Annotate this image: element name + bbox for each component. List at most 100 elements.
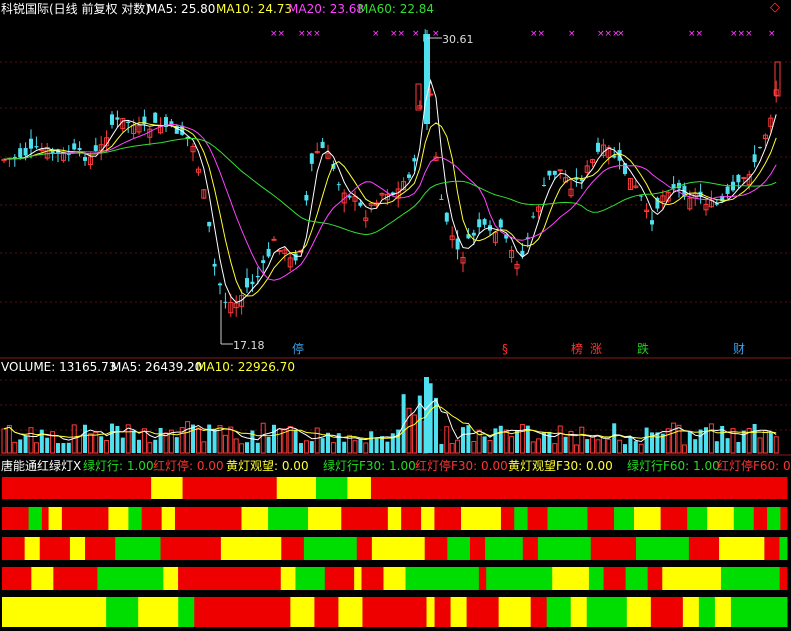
signal-segment bbox=[41, 507, 50, 530]
volume-bar-up bbox=[222, 434, 228, 454]
marker-涨[interactable]: 涨 bbox=[590, 342, 602, 356]
signal-segment bbox=[178, 597, 195, 627]
signal-segment bbox=[405, 567, 480, 590]
diamond-icon[interactable]: ◇ bbox=[770, 1, 780, 15]
volume-bar-down bbox=[131, 430, 136, 453]
candle-body-down bbox=[245, 278, 249, 288]
volume-bar-up bbox=[638, 443, 644, 454]
signal-segment bbox=[324, 567, 355, 590]
volume-bar-down bbox=[137, 439, 141, 453]
signal-segment bbox=[522, 537, 539, 560]
indicator-item: 红灯停: 0.00 bbox=[153, 459, 224, 473]
candle-body-down bbox=[752, 154, 757, 163]
candle-body-down bbox=[320, 141, 325, 148]
signal-segment bbox=[587, 507, 608, 530]
marker-停[interactable]: 停 bbox=[292, 342, 304, 356]
signal-segment bbox=[85, 537, 116, 560]
volume-bar-down bbox=[655, 432, 660, 453]
signal-segment bbox=[434, 597, 452, 627]
signal-segment bbox=[371, 537, 426, 560]
volume-bar-down bbox=[23, 436, 28, 453]
volume-bar-up bbox=[411, 414, 417, 454]
candle-body-down bbox=[23, 147, 28, 156]
volume-bar-down bbox=[83, 424, 87, 453]
signal-segment bbox=[673, 537, 690, 560]
signal-segment bbox=[424, 537, 448, 560]
low-price-label: 17.18 bbox=[233, 339, 265, 352]
signal-segment bbox=[779, 567, 788, 590]
signal-segment bbox=[295, 567, 326, 590]
signal-segment bbox=[161, 507, 176, 530]
volume-bar-up bbox=[77, 435, 83, 454]
volume-bar-down bbox=[358, 438, 363, 453]
volume-bar-up bbox=[509, 436, 515, 454]
signal-segment bbox=[426, 597, 436, 627]
volume-bar-down bbox=[401, 394, 406, 453]
marker-榜[interactable]: 榜 bbox=[571, 342, 583, 356]
signal-segment bbox=[174, 507, 242, 530]
signal-segment bbox=[714, 597, 732, 627]
signal-segment bbox=[547, 507, 588, 530]
signal-segment bbox=[660, 507, 688, 530]
signal-segment bbox=[290, 597, 315, 627]
volume-ma10: MA10: 22926.70 bbox=[196, 360, 295, 374]
signal-segment bbox=[434, 507, 462, 530]
volume-bar-up bbox=[595, 439, 601, 454]
signal-segment bbox=[469, 537, 486, 560]
volume-bar-down bbox=[374, 438, 379, 453]
signal-segment bbox=[48, 507, 63, 530]
ma20-value: MA20: 23.68 bbox=[288, 2, 365, 16]
volume-bar-down bbox=[158, 427, 163, 453]
volume-bar-up bbox=[147, 442, 153, 454]
candle-body-down bbox=[77, 148, 82, 151]
signal-segment bbox=[537, 537, 592, 560]
indicator-item: 绿灯行: 1.00 bbox=[83, 459, 154, 473]
signal-segment bbox=[733, 507, 755, 530]
signal-segment bbox=[308, 507, 342, 530]
volume-bar-up bbox=[762, 430, 768, 454]
candle-body-down bbox=[110, 114, 114, 125]
signal-segment bbox=[486, 567, 553, 590]
candle-body-down bbox=[542, 185, 546, 187]
signal-bands bbox=[2, 477, 788, 627]
candle-body-down bbox=[596, 142, 600, 152]
marker-跌[interactable]: 跌 bbox=[637, 342, 649, 356]
volume-bar-down bbox=[633, 441, 638, 453]
x-marker: ××× bbox=[298, 29, 321, 39]
volume-bar-down bbox=[385, 441, 390, 453]
volume-bar-down bbox=[390, 433, 395, 453]
volume-bar-up bbox=[579, 426, 585, 454]
volume-bar-down bbox=[66, 442, 71, 453]
volume-bar-up bbox=[757, 437, 763, 454]
signal-segment bbox=[383, 567, 407, 590]
volume-bar-up bbox=[503, 429, 509, 454]
signal-segment bbox=[650, 597, 684, 627]
marker-财[interactable]: 财 bbox=[733, 342, 745, 356]
volume-bar-down bbox=[515, 430, 519, 453]
signal-segment bbox=[647, 567, 663, 590]
volume-bar-up bbox=[87, 433, 93, 454]
signal-segment bbox=[461, 507, 502, 530]
volume-bar-down bbox=[563, 436, 568, 453]
x-marker: ×× bbox=[530, 29, 545, 39]
volume-bar-up bbox=[665, 428, 671, 454]
ma5-value: MA5: 25.80 bbox=[147, 2, 216, 16]
marker-§[interactable]: § bbox=[502, 342, 508, 356]
x-marker: ×× bbox=[688, 29, 703, 39]
volume-bar-down bbox=[18, 439, 23, 453]
volume-bar-down bbox=[61, 443, 66, 453]
signal-segment bbox=[603, 567, 627, 590]
signal-segment bbox=[39, 537, 71, 560]
candle-body-down bbox=[18, 148, 23, 158]
volume-bar-up bbox=[12, 441, 18, 454]
volume-bar-up bbox=[773, 436, 779, 454]
volume-bar-down bbox=[320, 438, 325, 453]
signal-segment bbox=[450, 597, 468, 627]
signal-segment bbox=[280, 567, 296, 590]
signal-segment bbox=[347, 477, 372, 499]
volume-bar-down bbox=[272, 424, 276, 453]
indicator-item: 黄灯观望F30: 0.00 bbox=[508, 459, 613, 473]
signal-segment bbox=[53, 567, 98, 590]
volume-bar-down bbox=[693, 439, 698, 453]
candle-body-down bbox=[207, 221, 212, 227]
